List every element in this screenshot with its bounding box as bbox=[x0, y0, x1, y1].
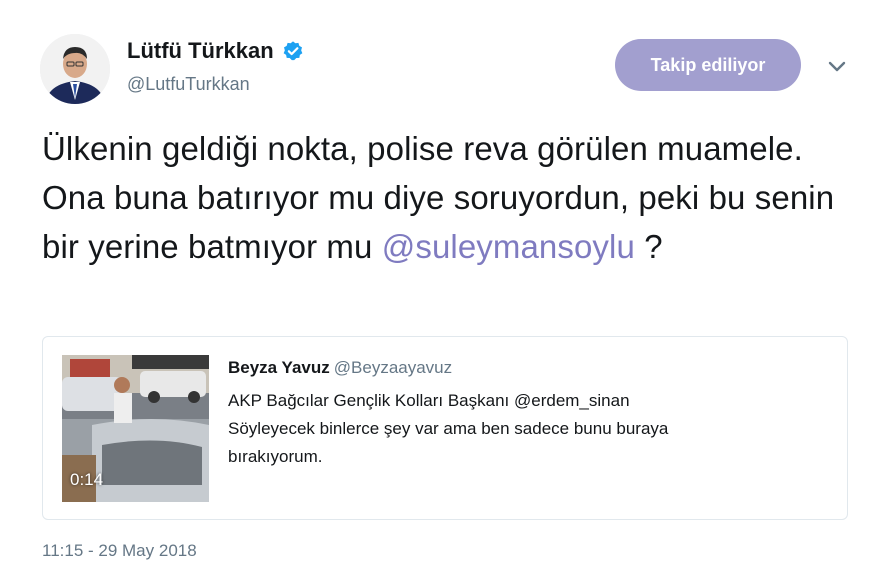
quoted-text-line: bırakıyorum. bbox=[228, 447, 323, 466]
author-name[interactable]: Lütfü Türkkan bbox=[127, 38, 274, 64]
quoted-author-name[interactable]: Beyza Yavuz bbox=[228, 358, 330, 377]
author-name-row: Lütfü Türkkan bbox=[127, 38, 304, 64]
tweet-text-end: ? bbox=[634, 228, 663, 265]
verified-badge-icon bbox=[283, 41, 303, 61]
quoted-text-line: Söyleyecek binlerce şey var ama ben sade… bbox=[228, 419, 669, 438]
mention-link[interactable]: @suleymansoylu bbox=[382, 228, 635, 265]
quoted-author-handle[interactable]: @Beyzaayavuz bbox=[334, 358, 452, 377]
tweet-timestamp[interactable]: 11:15 - 29 May 2018 bbox=[42, 541, 197, 561]
quoted-tweet-header: Beyza Yavuz @Beyzaayavuz bbox=[228, 358, 452, 378]
tweet-text: Ülkenin geldiği nokta, polise reva görül… bbox=[42, 124, 862, 271]
author-avatar[interactable] bbox=[40, 34, 110, 104]
video-thumbnail[interactable]: 0:14 bbox=[62, 355, 209, 502]
avatar-image bbox=[40, 34, 110, 104]
quoted-tweet-text: AKP Bağcılar Gençlik Kolları Başkanı @er… bbox=[228, 387, 788, 471]
chevron-down-icon[interactable] bbox=[826, 58, 848, 74]
quoted-tweet-card[interactable]: 0:14 Beyza Yavuz @Beyzaayavuz AKP Bağcıla… bbox=[42, 336, 848, 520]
video-duration: 0:14 bbox=[70, 470, 104, 489]
following-button[interactable]: Takip ediliyor bbox=[615, 39, 801, 91]
quoted-text-line: AKP Bağcılar Gençlik Kolları Başkanı @er… bbox=[228, 391, 630, 410]
author-handle[interactable]: @LutfuTurkkan bbox=[127, 74, 250, 95]
